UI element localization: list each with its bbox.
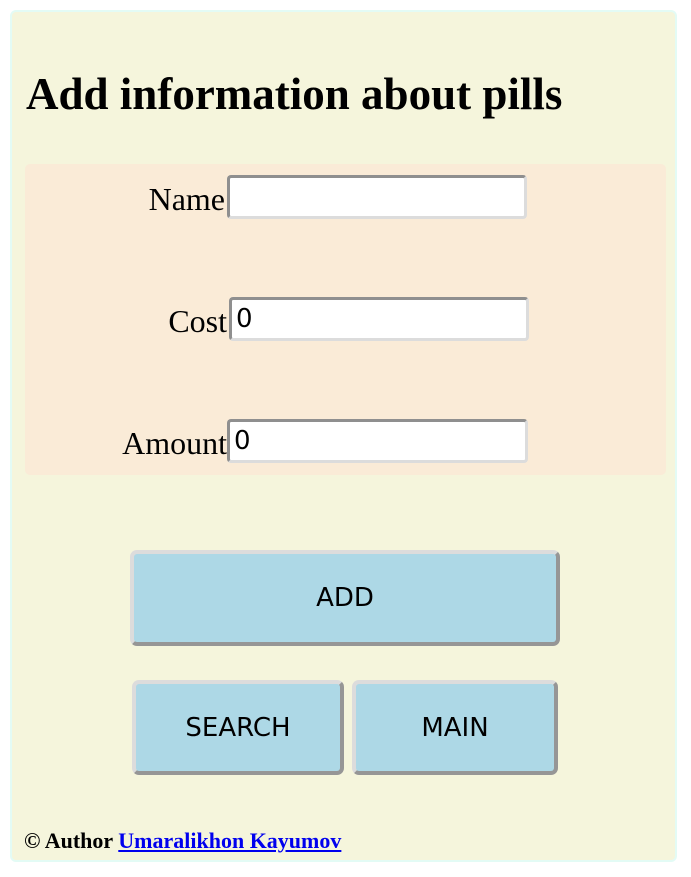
name-label: Name — [148, 181, 225, 217]
amount-input[interactable] — [227, 419, 528, 463]
page-container: Add information about pills Name Cost Am… — [10, 10, 677, 862]
footer-copyright: © Author — [24, 828, 113, 853]
main-button[interactable]: MAIN — [352, 680, 558, 775]
cost-input[interactable] — [229, 297, 529, 341]
cost-label: Cost — [168, 303, 227, 339]
author-link[interactable]: Umaralikhon Kayumov — [118, 828, 341, 853]
amount-label: Amount — [122, 425, 227, 461]
page-title: Add information about pills — [26, 69, 563, 119]
add-button[interactable]: ADD — [130, 550, 560, 646]
footer: © Author Umaralikhon Kayumov — [24, 828, 341, 854]
name-input[interactable] — [227, 175, 527, 219]
search-button[interactable]: SEARCH — [132, 680, 344, 775]
